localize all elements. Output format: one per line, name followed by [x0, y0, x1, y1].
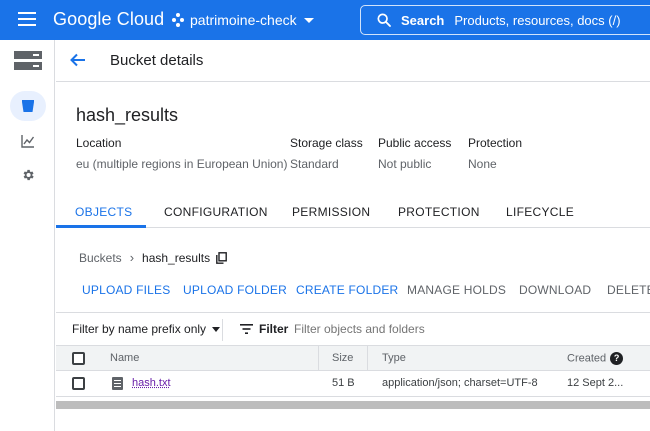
horizontal-scrollbar[interactable] [56, 401, 650, 409]
protection-label: Protection [468, 136, 522, 150]
manage-holds-button[interactable]: MANAGE HOLDS [407, 283, 506, 297]
row-checkbox[interactable] [72, 377, 85, 390]
filter-label: Filter [259, 322, 288, 336]
bucket-name-heading: hash_results [76, 105, 178, 126]
filter-button[interactable]: Filter [240, 322, 288, 336]
location-label: Location [76, 136, 121, 150]
search-label: Search [401, 13, 444, 28]
column-header-created-label: Created [567, 352, 606, 364]
create-folder-button[interactable]: CREATE FOLDER [296, 283, 398, 297]
chevron-down-icon [304, 18, 314, 23]
filter-list-icon [240, 324, 253, 334]
column-header-name[interactable]: Name [110, 352, 139, 364]
select-all-checkbox[interactable] [72, 352, 85, 365]
location-value: eu (multiple regions in European Union) [76, 157, 287, 171]
table-row[interactable]: hash.txt 51 B application/json; charset=… [56, 371, 650, 397]
page-title: Bucket details [110, 52, 203, 69]
tab-objects[interactable]: OBJECTS [75, 205, 132, 219]
nav-settings[interactable] [0, 156, 55, 194]
tab-lifecycle[interactable]: LIFECYCLE [506, 205, 574, 219]
breadcrumb-current: hash_results [142, 251, 210, 265]
protection-value: None [468, 157, 497, 171]
column-header-created[interactable]: Created? [567, 352, 623, 365]
project-name: patrimoine-check [190, 12, 297, 28]
nav-buckets-highlight [10, 91, 46, 121]
help-icon[interactable]: ? [610, 352, 623, 365]
top-app-bar: Google Cloud patrimoine-check Search Pro… [0, 0, 650, 40]
column-header-size[interactable]: Size [332, 352, 353, 364]
public-access-value: Not public [378, 157, 431, 171]
delete-button[interactable]: DELETE [607, 283, 650, 297]
breadcrumb-buckets-link[interactable]: Buckets [79, 251, 122, 265]
bucket-icon [21, 99, 35, 113]
text-file-icon [112, 377, 123, 390]
nav-buckets[interactable] [0, 87, 55, 125]
file-created: 12 Sept 2... [567, 377, 623, 389]
gear-icon [21, 168, 35, 182]
upload-files-button[interactable]: UPLOAD FILES [82, 283, 170, 297]
google-cloud-logo[interactable]: Google Cloud [53, 9, 164, 30]
filter-bar: Filter by name prefix only Filter [56, 312, 650, 345]
dropdown-caret-icon [212, 327, 220, 332]
nav-monitoring[interactable] [0, 122, 55, 160]
storage-class-label: Storage class [290, 136, 363, 150]
objects-table-header: Name Size Type Created? [56, 345, 650, 371]
filter-input[interactable] [294, 322, 494, 336]
search-icon [376, 12, 392, 28]
column-resize-handle[interactable] [367, 346, 368, 371]
page-header: Bucket details [56, 40, 650, 82]
project-selector[interactable]: patrimoine-check [172, 12, 314, 28]
scrollbar-thumb[interactable] [56, 401, 650, 409]
file-type: application/json; charset=UTF-8 [382, 377, 538, 389]
search-bar[interactable]: Search Products, resources, docs (/) [360, 5, 650, 35]
project-icon [172, 13, 184, 27]
upload-folder-button[interactable]: UPLOAD FOLDER [183, 283, 287, 297]
public-access-label: Public access [378, 136, 451, 150]
file-size: 51 B [332, 377, 355, 389]
tab-configuration[interactable]: CONFIGURATION [164, 205, 268, 219]
bucket-tabs: OBJECTS CONFIGURATION PERMISSION PROTECT… [56, 195, 650, 228]
storage-class-value: Standard [290, 157, 339, 171]
breadcrumb: Buckets › hash_results [79, 250, 227, 265]
filter-mode-dropdown[interactable]: Filter by name prefix only [72, 322, 220, 336]
column-header-type[interactable]: Type [382, 352, 406, 364]
divider [222, 319, 223, 341]
chart-icon [21, 134, 35, 148]
chevron-right-icon: › [130, 250, 134, 265]
tab-protection[interactable]: PROTECTION [398, 205, 480, 219]
search-placeholder: Products, resources, docs (/) [454, 13, 620, 28]
active-tab-indicator [56, 225, 146, 228]
download-button[interactable]: DOWNLOAD [519, 283, 591, 297]
menu-icon[interactable] [18, 12, 36, 26]
file-name-link[interactable]: hash.txt [132, 377, 171, 389]
storage-server-icon [14, 51, 42, 71]
tab-permission[interactable]: PERMISSION [292, 205, 370, 219]
filter-mode-label: Filter by name prefix only [72, 322, 206, 336]
storage-product-icon[interactable] [0, 42, 55, 80]
back-arrow-icon[interactable] [70, 52, 86, 68]
column-resize-handle[interactable] [318, 346, 319, 371]
copy-icon[interactable] [216, 252, 227, 264]
product-nav-rail [0, 40, 55, 431]
